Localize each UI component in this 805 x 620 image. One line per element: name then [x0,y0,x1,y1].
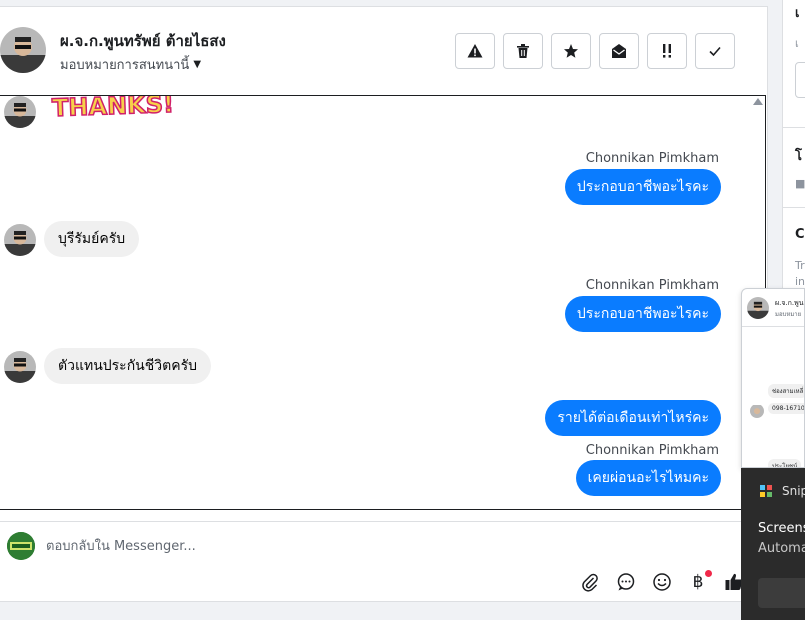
star-icon [564,44,578,58]
sender-name: Chonnikan Pimkham [585,151,719,166]
contact-message-avatar [4,224,36,256]
check-icon [709,46,721,57]
contact-message-avatar [4,96,36,128]
notification-app-name: Snip [782,484,805,498]
chat-preview-popup[interactable]: ผ.จ.ก.พูน มอบหมาย ช่องสามเหลี่ 098-16710… [741,288,805,468]
preview-message-avatar [750,404,764,418]
mark-done-button[interactable] [695,33,735,69]
warning-icon [467,44,483,58]
preview-title: ผ.จ.ก.พูน [775,299,804,307]
avatar-image [747,297,769,319]
sidebar-text: in [795,275,805,288]
avatar-image [4,96,36,128]
reply-input[interactable] [46,534,566,558]
preview-message: ช่องสามเหลี่ [768,384,804,398]
notification-dot [705,570,712,577]
contact-message-avatar [4,351,36,383]
sender-name: Chonnikan Pimkham [585,443,719,458]
notification-action-button[interactable] [758,578,805,608]
exclamation-icon [663,44,671,58]
mark-unread-button[interactable] [599,33,639,69]
sidebar-heading: เ [795,6,800,21]
avatar-image [750,405,764,418]
delete-button[interactable] [503,33,543,69]
preview-divider [742,326,804,327]
sender-name: Chonnikan Pimkham [585,278,719,293]
contact-avatar-image [0,27,46,73]
outgoing-message[interactable]: เคยผ่อนอะไรไหมคะ [575,460,721,496]
chat-bubble-icon [617,573,635,591]
briefcase-icon: ■ [795,177,805,190]
avatar-image [4,224,36,256]
incoming-message[interactable]: บุรีรัมย์ครับ [44,221,140,257]
outgoing-message[interactable]: ประกอบอาชีพอะไรคะ [564,169,721,205]
sidebar-text: เ [795,37,799,50]
thanks-sticker: THANKS! [51,95,175,123]
page-avatar [7,532,35,560]
page-logo-image [7,532,35,560]
paperclip-icon [582,573,598,592]
contact-name[interactable]: ผ.จ.ก.พูนทรัพย์ ต้ายไธสง [60,29,226,53]
sidebar-text: Tr [795,259,805,272]
assign-dropdown[interactable]: มอบหมายการสนทนานี้ ▼ [60,54,201,75]
follow-up-button[interactable] [647,33,687,69]
avatar-image [4,351,36,383]
snipping-tool-notification[interactable]: Snip Screens Automa [741,468,805,620]
notification-body: Automa [758,541,805,556]
payment-button[interactable]: ฿ [686,570,712,594]
conversation-header: ผ.จ.ก.พูนทรัพย์ ต้ายไธสง มอบหมายการสนทนา… [0,7,766,95]
preview-message: ประโยชน์ [768,459,802,467]
outgoing-message[interactable]: ประกอบอาชีพอะไรคะ [564,296,721,332]
smiley-icon [653,573,671,591]
preview-avatar [747,297,769,319]
composer-tools: ฿ [578,570,746,594]
trash-icon [517,44,529,58]
snipping-tool-icon [760,485,772,497]
conversation-panel: ผ.จ.ก.พูนทรัพย์ ต้ายไธสง มอบหมายการสนทนา… [0,6,768,602]
assign-label: มอบหมายการสนทนานี้ [60,58,190,73]
outgoing-message[interactable]: รายได้ต่อเดือนเท่าไหร่คะ [545,400,721,436]
preview-message: 098-16710 [768,403,804,414]
message-thread[interactable]: THANKS! Chonnikan Pimkham ประกอบอาชีพอะไ… [0,95,766,510]
scroll-up-arrow[interactable] [753,98,763,105]
business-inbox: ผ.จ.ก.พูนทรัพย์ ต้ายไธสง มอบหมายการสนทนา… [0,0,805,620]
sidebar-divider [783,207,805,208]
contact-avatar[interactable] [0,27,46,73]
attach-button[interactable] [578,570,602,594]
saved-replies-button[interactable] [614,570,638,594]
preview-subtitle: มอบหมาย [775,311,802,318]
sidebar-heading: C [795,227,805,242]
sidebar-heading: โ [795,149,802,164]
envelope-open-icon [612,44,626,58]
sidebar-input[interactable] [795,62,805,98]
caret-down-icon: ▼ [193,59,202,70]
star-button[interactable] [551,33,591,69]
report-button[interactable] [455,33,495,69]
conversation-toolbar [455,33,735,69]
incoming-message[interactable]: ตัวแทนประกันชีวิตครับ [44,348,211,384]
reply-composer: ฿ [0,521,766,601]
sidebar-divider [783,127,805,128]
emoji-button[interactable] [650,570,674,594]
notification-title: Screens [758,521,805,536]
baht-icon: ฿ [692,572,704,592]
